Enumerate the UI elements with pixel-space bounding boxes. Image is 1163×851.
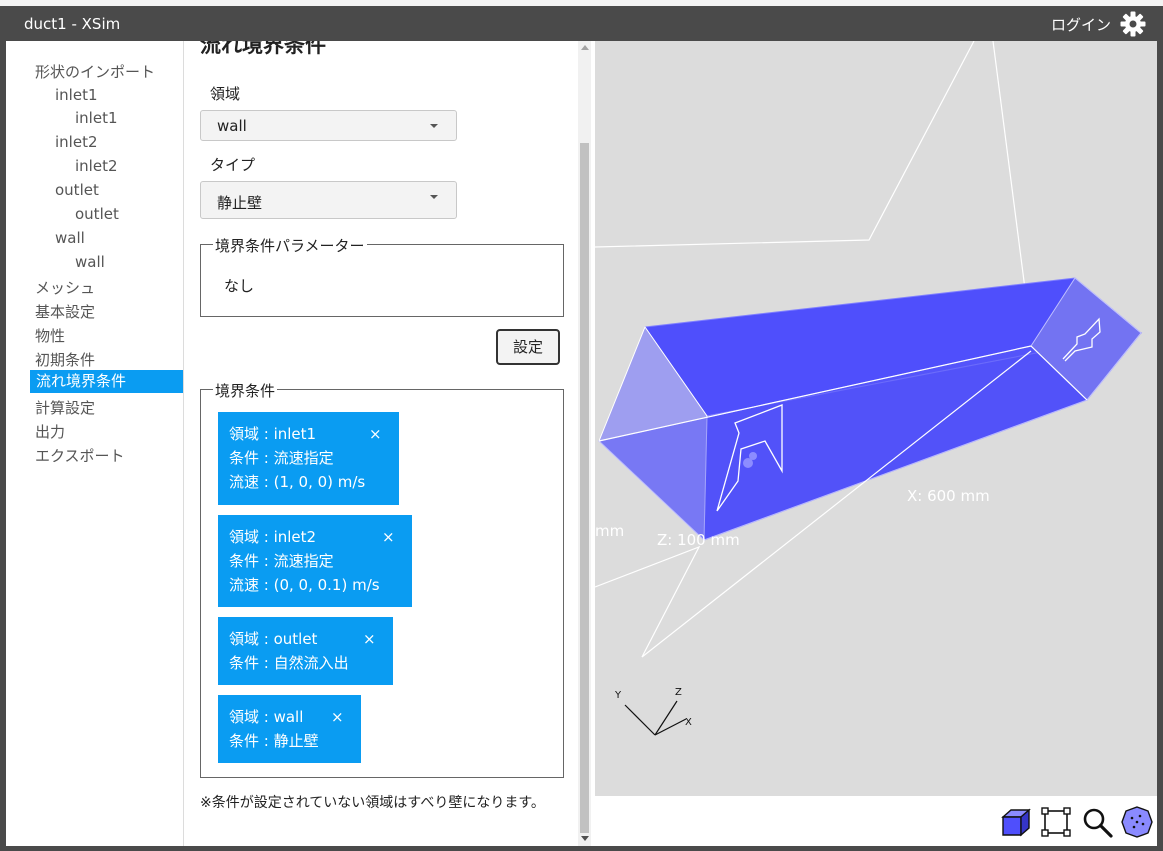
nav-basic[interactable]: 基本設定 [35, 301, 95, 322]
close-icon[interactable]: × [369, 422, 382, 446]
nav-inlet1-group[interactable]: inlet1 [55, 86, 98, 104]
conditions-fieldset: 境界条件 領域 : inlet1 条件 : 流速指定 流速 : (1, 0, 0… [200, 380, 564, 778]
sphere-view-icon[interactable] [1120, 805, 1154, 839]
scroll-up-arrow-icon[interactable] [581, 45, 589, 50]
nav-wall-group[interactable]: wall [55, 229, 85, 247]
3d-scene[interactable]: X: 600 mm Z: 100 mm mm Y Z X [595, 41, 1157, 796]
axis-y-label: Y [614, 690, 622, 701]
nav-property[interactable]: 物性 [35, 325, 65, 346]
card-region: 領域 : inlet2 [229, 528, 317, 546]
nav-outlet-group[interactable]: outlet [55, 181, 99, 199]
bounding-edge [595, 545, 701, 658]
close-icon[interactable]: × [331, 705, 344, 729]
card-condition: 条件 : 流速指定 [229, 552, 334, 570]
card-velocity: 流速 : (1, 0, 0) m/s [229, 473, 366, 491]
close-icon[interactable]: × [382, 525, 395, 549]
type-label: タイプ [210, 156, 256, 174]
type-select[interactable]: 静止壁 [200, 181, 457, 219]
axis-gizmo: Y Z X [614, 687, 692, 736]
nav-inlet1-item[interactable]: inlet1 [75, 109, 118, 127]
axis-z-label: Z [675, 687, 682, 698]
params-value: なし [224, 277, 255, 295]
settings-panel: 流れ境界条件 領域 wall タイプ 静止壁 境界条件パラメーター なし 設定 … [184, 41, 578, 846]
nav-initial[interactable]: 初期条件 [35, 349, 95, 370]
card-region: 領域 : inlet1 [229, 425, 317, 443]
condition-card-inlet1[interactable]: 領域 : inlet1 条件 : 流速指定 流速 : (1, 0, 0) m/s… [218, 412, 399, 505]
panel-title: 流れ境界条件 [200, 41, 326, 57]
title-bar: duct1 - XSim ログイン [6, 6, 1157, 41]
nav-boundary[interactable]: 流れ境界条件 [30, 370, 183, 393]
panel-scrollbar[interactable] [578, 41, 591, 846]
region-label: 領域 [210, 85, 241, 103]
3d-viewport[interactable]: X: 600 mm Z: 100 mm mm Y Z X [595, 41, 1157, 796]
card-region: 領域 : outlet [229, 630, 318, 648]
card-velocity: 流速 : (0, 0, 0.1) m/s [229, 576, 380, 594]
params-fieldset: 境界条件パラメーター なし [200, 235, 564, 317]
app-frame: 形状のインポート inlet1 inlet1 inlet2 inlet2 out… [6, 41, 1157, 846]
probe-point [749, 452, 757, 460]
nav-export[interactable]: エクスポート [35, 445, 125, 466]
type-select-value: 静止壁 [217, 194, 263, 212]
nav-inlet2-item[interactable]: inlet2 [75, 157, 118, 175]
close-icon[interactable]: × [363, 627, 376, 651]
chevron-down-icon [430, 124, 438, 128]
nav-wall-item[interactable]: wall [75, 253, 105, 271]
login-link[interactable]: ログイン [1051, 14, 1111, 35]
condition-card-wall[interactable]: 領域 : wall 条件 : 静止壁 × [218, 695, 361, 763]
dimension-z-label: Z: 100 mm [657, 531, 740, 549]
card-condition: 条件 : 自然流入出 [229, 654, 349, 672]
dimension-partial-label: mm [595, 522, 624, 540]
view-toolbar [595, 796, 1157, 846]
params-legend: 境界条件パラメーター [213, 235, 367, 256]
chevron-down-icon [430, 195, 438, 199]
condition-card-outlet[interactable]: 領域 : outlet 条件 : 自然流入出 × [218, 617, 393, 685]
bounding-edge [595, 41, 975, 248]
fit-frame-icon[interactable] [1039, 805, 1073, 839]
region-select[interactable]: wall [200, 110, 457, 141]
sidebar-nav: 形状のインポート inlet1 inlet1 inlet2 inlet2 out… [6, 41, 184, 846]
set-button[interactable]: 設定 [496, 329, 560, 365]
note-text: ※条件が設定されていない領域はすべり壁になります。 [200, 795, 545, 811]
gear-icon[interactable] [1119, 10, 1147, 38]
nav-outlet-item[interactable]: outlet [75, 205, 119, 223]
condition-card-inlet2[interactable]: 領域 : inlet2 条件 : 流速指定 流速 : (0, 0, 0.1) m… [218, 515, 412, 607]
conditions-legend: 境界条件 [213, 380, 278, 401]
nav-inlet2-group[interactable]: inlet2 [55, 133, 98, 151]
nav-import[interactable]: 形状のインポート [35, 61, 155, 82]
nav-calc[interactable]: 計算設定 [35, 397, 95, 418]
nav-mesh[interactable]: メッシュ [35, 277, 95, 298]
card-condition: 条件 : 流速指定 [229, 449, 334, 467]
scroll-down-arrow-icon[interactable] [581, 836, 589, 841]
cube-view-icon[interactable] [999, 805, 1033, 839]
card-condition: 条件 : 静止壁 [229, 732, 319, 750]
scrollbar-thumb[interactable] [580, 143, 589, 833]
dimension-x-label: X: 600 mm [907, 487, 990, 505]
region-select-value: wall [217, 117, 247, 135]
axis-x-label: X [685, 717, 692, 728]
nav-output[interactable]: 出力 [35, 421, 65, 442]
app-title: duct1 - XSim [24, 15, 121, 33]
zoom-icon[interactable] [1080, 805, 1114, 839]
